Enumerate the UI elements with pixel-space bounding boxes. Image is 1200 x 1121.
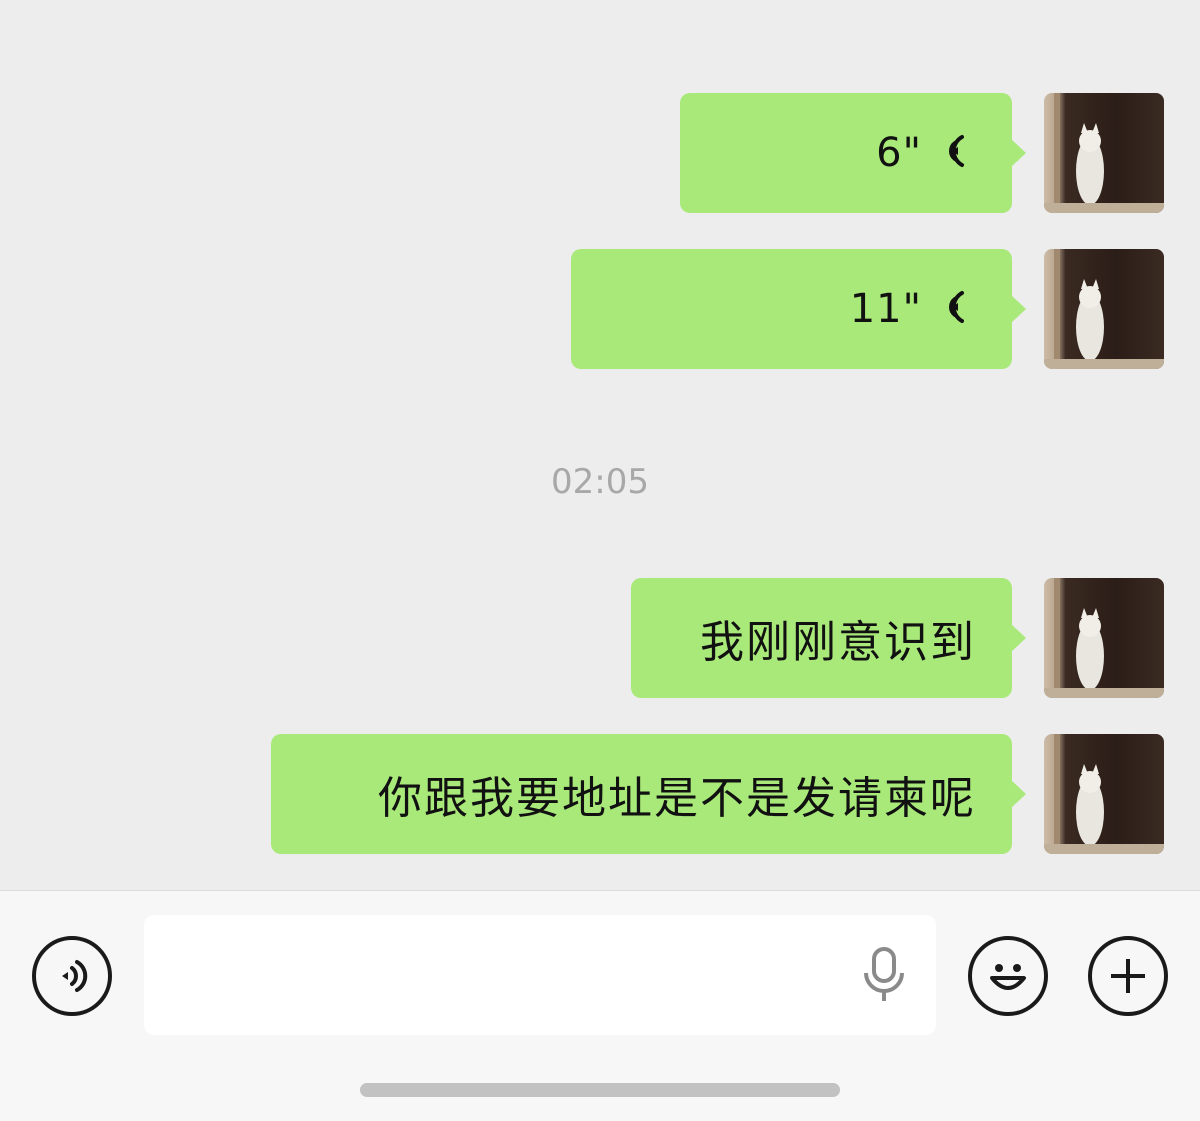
text-message-bubble[interactable]: 你跟我要地址是不是发请柬呢 xyxy=(271,734,1026,854)
avatar[interactable] xyxy=(1044,249,1164,369)
plus-icon[interactable] xyxy=(1088,936,1168,1016)
avatar[interactable] xyxy=(1044,578,1164,698)
avatar[interactable] xyxy=(1044,734,1164,854)
message-row: 你跟我要地址是不是发请柬呢 xyxy=(271,734,1164,854)
voice-wave-icon xyxy=(944,131,976,175)
voice-mode-icon[interactable] xyxy=(32,936,112,1016)
message-timestamp: 02:05 xyxy=(551,462,649,502)
text-message-bubble[interactable]: 我刚刚意识到 xyxy=(631,578,1026,698)
home-indicator[interactable] xyxy=(360,1083,840,1097)
voice-duration: 6" xyxy=(876,130,922,176)
microphone-icon[interactable] xyxy=(862,947,906,1007)
message-row: 我刚刚意识到 xyxy=(631,578,1164,698)
voice-message-bubble[interactable]: 11" xyxy=(571,249,1026,369)
emoji-icon[interactable] xyxy=(968,936,1048,1016)
voice-duration: 11" xyxy=(849,286,922,332)
voice-wave-icon xyxy=(944,287,976,331)
message-text: 你跟我要地址是不是发请柬呢 xyxy=(378,773,976,824)
avatar[interactable] xyxy=(1044,93,1164,213)
message-input[interactable] xyxy=(144,915,936,1035)
message-row: 11" xyxy=(571,249,1164,369)
voice-message-bubble[interactable]: 6" xyxy=(680,93,1026,213)
message-text: 我刚刚意识到 xyxy=(700,617,976,668)
chat-area: 6" 11" 02:05 我刚刚意识到 你跟我要地址是不是发请柬呢 xyxy=(0,0,1200,890)
message-row: 6" xyxy=(680,93,1164,213)
